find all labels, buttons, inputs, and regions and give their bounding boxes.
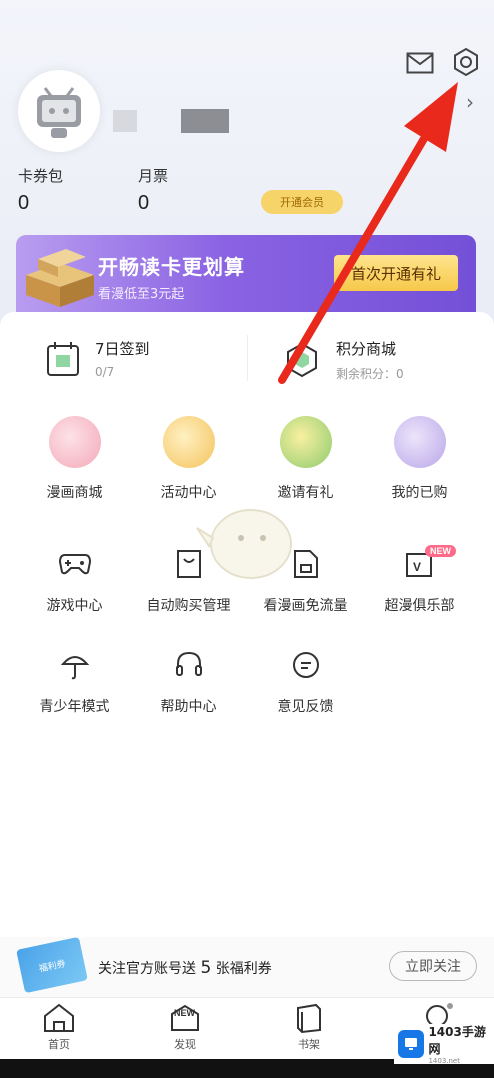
follow-official-bar: 福利券 关注官方账号送 5 张福利券 立即关注 — [0, 936, 494, 997]
settings-icon — [454, 47, 478, 77]
message-button[interactable] — [403, 46, 437, 80]
hexagon-gift-icon — [287, 342, 317, 378]
new-badge: NEW — [425, 545, 456, 557]
coupon-wallet-label: 卡券包 — [18, 167, 64, 185]
tab-discover[interactable]: NEW 发现 — [150, 1002, 220, 1052]
follow-coupon-count: 5 — [200, 958, 212, 978]
gamepad-icon — [58, 554, 91, 575]
invite-gift-icon — [279, 416, 332, 468]
banner-subtitle: 看漫低至3元起 — [98, 287, 185, 302]
calendar-icon — [47, 341, 79, 376]
username-redacted — [113, 110, 137, 132]
gift-box-icon — [26, 249, 94, 307]
reading-card-banner[interactable]: 开畅读卡更划算 看漫低至3元起 首次开通有礼 — [16, 235, 476, 313]
site-name: 1403手游网 — [428, 1025, 486, 1056]
monthly-ticket[interactable]: 月票 0 — [138, 165, 168, 215]
follow-prefix: 关注官方账号送 — [98, 961, 196, 977]
quick-divider — [247, 335, 248, 381]
my-purchased-label: 我的已购 — [391, 485, 448, 501]
home-icon — [44, 1003, 74, 1032]
tab-home-label: 首页 — [48, 1038, 70, 1051]
auto-purchase-label: 自动购买管理 — [146, 598, 231, 614]
help-center-label: 帮助中心 — [160, 699, 217, 715]
user-id-redacted — [181, 109, 229, 133]
discover-new-icon: NEW — [171, 1004, 199, 1031]
feedback-label: 意见反馈 — [277, 699, 334, 715]
feedback-icon — [292, 652, 319, 678]
mail-icon — [406, 52, 434, 74]
follow-promo-text: 关注官方账号送 5 张福利券 — [98, 958, 272, 978]
checkin-progress: 0/7 — [95, 365, 115, 379]
first-open-gift-button[interactable]: 首次开通有礼 — [334, 255, 458, 291]
vip-pill[interactable]: 开通会员 — [261, 190, 343, 214]
invite-gift-entry[interactable]: 邀请有礼 — [244, 416, 367, 502]
feedback-entry[interactable]: 意见反馈 — [244, 648, 367, 716]
points-mall-entry[interactable]: 积分商城 剩余积分：0 — [285, 338, 404, 382]
coupon-card-image: 福利券 — [16, 936, 88, 994]
banner-title: 开畅读卡更划算 — [98, 255, 245, 279]
svg-text:V: V — [413, 560, 421, 574]
cart-icon — [176, 550, 201, 578]
checkin-title: 7日签到 — [95, 340, 150, 358]
coupon-wallet[interactable]: 卡券包 0 — [18, 165, 63, 215]
monthly-ticket-label: 月票 — [138, 167, 169, 185]
umbrella-icon — [60, 656, 89, 680]
tab-bookshelf-label: 书架 — [298, 1038, 320, 1051]
checkin-entry[interactable]: 7日签到 0/7 — [46, 338, 150, 379]
teen-mode-label: 青少年模式 — [39, 699, 110, 715]
follow-suffix: 张福利券 — [215, 961, 272, 977]
super-manga-club-label: 超漫俱乐部 — [384, 598, 455, 614]
avatar[interactable] — [18, 70, 100, 152]
game-center-label: 游戏中心 — [46, 598, 103, 614]
comic-mall-icon — [48, 416, 101, 468]
site-logo-icon — [398, 1030, 425, 1058]
free-data-label: 看漫画免流量 — [263, 598, 348, 614]
activity-center-entry[interactable]: 活动中心 — [127, 416, 250, 502]
monthly-ticket-value: 0 — [138, 192, 150, 214]
bookshelf-icon — [297, 1003, 321, 1034]
help-center-entry[interactable]: 帮助中心 — [127, 648, 250, 716]
auto-purchase-entry[interactable]: 自动购买管理 — [127, 547, 250, 615]
comic-mall-entry[interactable]: 漫画商城 — [13, 416, 136, 502]
comic-mall-label: 漫画商城 — [46, 485, 103, 501]
points-mall-title: 积分商城 — [336, 340, 397, 358]
profile-chevron-icon[interactable]: › — [466, 90, 474, 114]
menu-panel — [0, 312, 494, 962]
svg-text:NEW: NEW — [174, 1008, 196, 1018]
tab-home[interactable]: 首页 — [24, 1002, 94, 1052]
activity-center-icon — [162, 416, 215, 468]
tab-bookshelf[interactable]: 书架 — [274, 1002, 344, 1052]
sim-card-icon — [293, 550, 318, 578]
teen-mode-entry[interactable]: 青少年模式 — [13, 648, 136, 716]
follow-now-button[interactable]: 立即关注 — [389, 951, 477, 981]
free-data-entry[interactable]: 看漫画免流量 — [244, 547, 367, 615]
my-purchased-entry[interactable]: 我的已购 — [358, 416, 481, 502]
coupon-wallet-value: 0 — [18, 192, 30, 214]
settings-button[interactable] — [449, 45, 483, 79]
default-avatar-icon — [37, 87, 81, 138]
super-manga-club-entry[interactable]: V 超漫俱乐部 — [358, 547, 481, 615]
my-purchased-icon — [393, 416, 446, 468]
points-remaining: 剩余积分：0 — [336, 367, 404, 381]
site-watermark: 1403手游网 1403.net — [394, 1024, 494, 1065]
game-center-entry[interactable]: 游戏中心 — [13, 547, 136, 615]
headset-icon — [175, 651, 202, 676]
tab-discover-label: 发现 — [174, 1038, 196, 1051]
site-url: 1403.net — [428, 1057, 460, 1065]
